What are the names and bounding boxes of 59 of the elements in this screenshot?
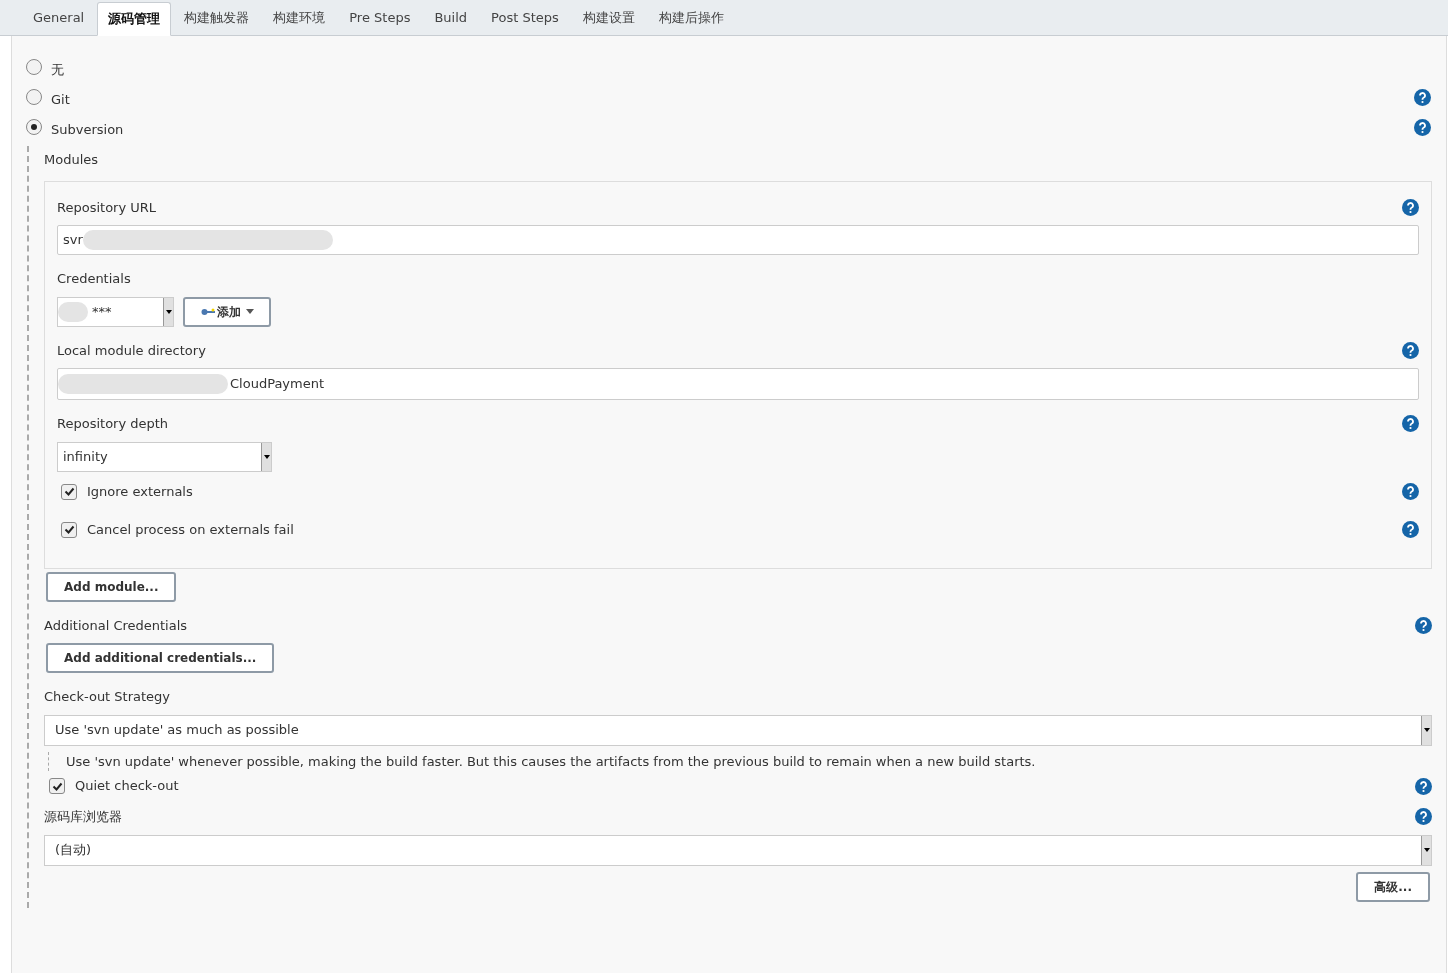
section-label: Modules <box>44 151 100 169</box>
field-label: Repository depth <box>57 415 169 433</box>
help-icon[interactable] <box>1414 88 1431 106</box>
caret-icon <box>245 309 254 314</box>
radio-button[interactable] <box>26 59 42 75</box>
field-value: Use 'svn update' as much as possible <box>55 721 300 740</box>
repository-depth-select[interactable]: infinity <box>57 441 272 472</box>
key-icon <box>200 307 215 316</box>
help-icon[interactable] <box>1402 341 1419 359</box>
description-text: Use 'svn update' whenever possible, making the build faster. But this causes the artifacts from the previous build to remain when a new build starts. <box>66 752 1036 771</box>
section-label: 源码库浏览器 <box>44 808 122 826</box>
help-icon[interactable] <box>1415 616 1432 634</box>
add-additional-credentials-button[interactable]: Add additional credentials... <box>46 643 275 673</box>
field-label: Local module directory <box>57 341 206 360</box>
checkout-strategy-select[interactable]: Use 'svn update' as much as possible <box>44 714 1432 746</box>
field-value: CloudPayment <box>229 375 325 394</box>
repository-browser-select[interactable]: (自动) <box>44 834 1432 866</box>
tab[interactable]: General <box>22 1 96 35</box>
radio-label: Subversion <box>51 121 125 140</box>
help-icon[interactable] <box>1402 415 1419 433</box>
help-icon[interactable] <box>1402 521 1419 538</box>
section-label: Check-out Strategy <box>44 688 172 706</box>
field-label: Repository URL <box>57 198 157 217</box>
checkbox-label: Ignore externals <box>87 482 194 501</box>
tab[interactable]: 构建设置 <box>571 1 646 35</box>
help-icon[interactable] <box>1402 198 1419 216</box>
help-icon[interactable] <box>1415 777 1432 795</box>
add-credentials-button[interactable]: 添加 <box>183 296 271 327</box>
tab[interactable]: Post Steps <box>480 1 570 35</box>
tab[interactable]: 构建后操作 <box>647 1 735 35</box>
field-value: infinity <box>63 447 109 466</box>
field-value: svr <box>63 231 83 250</box>
checkbox[interactable] <box>49 778 65 794</box>
advanced-button[interactable]: 高级... <box>1356 871 1430 902</box>
radio-label: 无 <box>51 61 65 80</box>
tab[interactable]: Pre Steps <box>338 1 422 35</box>
tab[interactable]: 源码管理 <box>97 2 172 36</box>
tab[interactable]: Build <box>423 1 479 35</box>
checkbox-label: Cancel process on externals fail <box>87 520 295 539</box>
tab[interactable]: 构建触发器 <box>173 1 261 35</box>
help-icon[interactable] <box>1402 483 1419 500</box>
local-directory-field[interactable]: CloudPayment <box>57 368 1419 400</box>
checkbox[interactable] <box>61 521 77 538</box>
radio-label: Git <box>51 91 71 110</box>
radio-button[interactable] <box>26 119 42 135</box>
tab[interactable]: 构建环境 <box>262 1 337 35</box>
help-icon[interactable] <box>1414 118 1431 136</box>
radio-button[interactable] <box>26 89 42 105</box>
help-icon[interactable] <box>1415 808 1432 826</box>
redacted-blur <box>58 301 88 322</box>
repository-url-field[interactable]: svr <box>57 225 1419 255</box>
field-value: (自动) <box>55 841 93 860</box>
credentials-select[interactable]: *** <box>57 296 174 327</box>
field-value: *** <box>91 302 113 321</box>
section-label: Additional Credentials <box>44 616 188 635</box>
checkbox[interactable] <box>61 483 77 500</box>
field-label: Credentials <box>57 270 132 288</box>
add-module-button[interactable]: Add module... <box>46 571 177 602</box>
checkbox-label: Quiet check-out <box>75 777 180 796</box>
